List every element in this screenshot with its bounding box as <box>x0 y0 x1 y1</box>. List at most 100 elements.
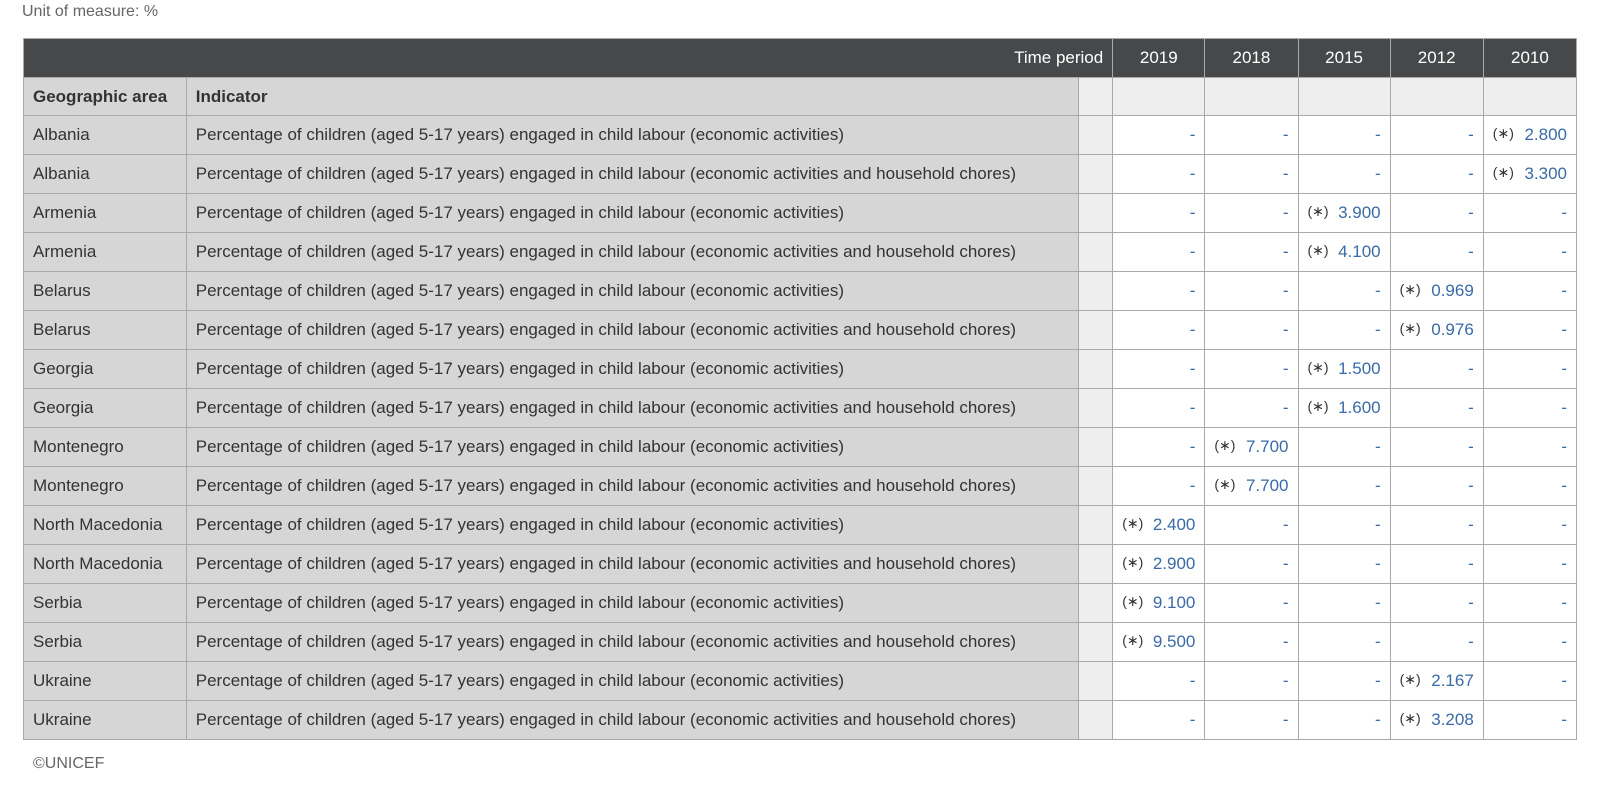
value-cell[interactable]: (∗) 3.900 <box>1297 193 1391 233</box>
geographic-area-cell: Armenia <box>23 232 187 272</box>
footnote-flag[interactable]: (∗) <box>1122 593 1143 610</box>
value-text: - <box>1561 593 1567 612</box>
year-header[interactable]: 2012 <box>1389 38 1484 78</box>
indicator-cell: Percentage of children (aged 5-17 years)… <box>185 310 1080 350</box>
value-text: - <box>1189 125 1196 144</box>
value-text[interactable]: 7.700 <box>1246 476 1289 495</box>
value-cell[interactable]: (∗) 3.300 <box>1482 154 1578 194</box>
value-cell: - <box>1482 232 1578 272</box>
footnote-flag[interactable]: (∗) <box>1308 203 1329 220</box>
footnote-flag[interactable]: (∗) <box>1122 554 1143 571</box>
value-text: - <box>1189 671 1196 690</box>
value-cell: - <box>1482 505 1578 545</box>
value-cell: - <box>1297 466 1391 506</box>
value-cell[interactable]: (∗) 2.167 <box>1389 661 1484 701</box>
value-text: - <box>1374 515 1381 534</box>
value-cell: - <box>1482 700 1578 740</box>
geographic-area-column-header: Geographic area <box>23 77 187 116</box>
footnote-flag[interactable]: (∗) <box>1400 671 1421 688</box>
footnote-flag[interactable]: (∗) <box>1308 359 1329 376</box>
year-header[interactable]: 2019 <box>1112 38 1206 78</box>
footnote-flag[interactable]: (∗) <box>1308 242 1329 259</box>
value-text[interactable]: 7.700 <box>1246 437 1289 456</box>
table-row: Ukraine Percentage of children (aged 5-17… <box>23 661 1578 701</box>
value-text[interactable]: 1.600 <box>1338 398 1381 417</box>
footnote-flag[interactable]: (∗) <box>1214 476 1235 493</box>
spacer-cell <box>1078 544 1114 584</box>
value-text[interactable]: 3.300 <box>1524 164 1567 183</box>
value-text: - <box>1468 437 1474 456</box>
value-text: - <box>1561 632 1567 651</box>
value-text: - <box>1189 320 1196 339</box>
value-cell[interactable]: (∗) 9.100 <box>1112 583 1206 623</box>
value-text[interactable]: 2.167 <box>1431 671 1474 690</box>
footnote-flag[interactable]: (∗) <box>1400 281 1421 298</box>
spacer-cell <box>1078 154 1114 194</box>
indicator-cell: Percentage of children (aged 5-17 years)… <box>185 232 1080 272</box>
table-row: Georgia Percentage of children (aged 5-17… <box>23 388 1578 428</box>
footnote-flag[interactable]: (∗) <box>1214 437 1235 454</box>
value-cell: - <box>1482 583 1578 623</box>
value-cell: - <box>1389 349 1484 389</box>
year-header[interactable]: 2015 <box>1297 38 1391 78</box>
value-cell: - <box>1297 544 1391 584</box>
value-cell[interactable]: (∗) 7.700 <box>1204 466 1299 506</box>
value-cell: - <box>1389 115 1484 155</box>
value-cell[interactable]: (∗) 3.208 <box>1389 700 1484 740</box>
value-text: - <box>1468 203 1474 222</box>
value-cell: - <box>1482 427 1578 467</box>
value-text[interactable]: 2.800 <box>1524 125 1567 144</box>
value-text: - <box>1282 164 1289 183</box>
value-text: - <box>1561 515 1567 534</box>
value-cell: - <box>1482 661 1578 701</box>
value-text: - <box>1468 398 1474 417</box>
footnote-flag[interactable]: (∗) <box>1493 125 1514 142</box>
value-cell[interactable]: (∗) 2.400 <box>1112 505 1206 545</box>
spacer-cell <box>1078 661 1114 701</box>
value-text[interactable]: 9.100 <box>1153 593 1196 612</box>
table-row: Armenia Percentage of children (aged 5-17… <box>23 193 1578 233</box>
value-cell[interactable]: (∗) 9.500 <box>1112 622 1206 662</box>
value-text[interactable]: 3.900 <box>1338 203 1381 222</box>
year-header[interactable]: 2010 <box>1482 38 1578 78</box>
value-cell[interactable]: (∗) 0.976 <box>1389 310 1484 350</box>
value-cell[interactable]: (∗) 0.969 <box>1389 271 1484 311</box>
value-text[interactable]: 2.900 <box>1153 554 1196 573</box>
year-header[interactable]: 2018 <box>1204 38 1299 78</box>
value-text: - <box>1282 554 1289 573</box>
value-cell[interactable]: (∗) 2.800 <box>1482 115 1578 155</box>
value-cell: - <box>1204 388 1299 428</box>
value-text[interactable]: 2.400 <box>1153 515 1196 534</box>
geographic-area-cell: Georgia <box>23 349 187 389</box>
value-text[interactable]: 1.500 <box>1338 359 1381 378</box>
value-text: - <box>1561 242 1567 261</box>
footnote-flag[interactable]: (∗) <box>1400 320 1421 337</box>
value-cell[interactable]: (∗) 1.500 <box>1297 349 1391 389</box>
value-cell[interactable]: (∗) 7.700 <box>1204 427 1299 467</box>
spacer-cell <box>1078 232 1114 272</box>
footnote-flag[interactable]: (∗) <box>1308 398 1329 415</box>
value-cell: - <box>1297 622 1391 662</box>
value-cell: - <box>1389 388 1484 428</box>
value-cell[interactable]: (∗) 2.900 <box>1112 544 1206 584</box>
value-text[interactable]: 0.976 <box>1431 320 1474 339</box>
value-cell[interactable]: (∗) 4.100 <box>1297 232 1391 272</box>
spacer-cell <box>1078 115 1114 155</box>
value-cell: - <box>1482 388 1578 428</box>
footnote-flag[interactable]: (∗) <box>1400 710 1421 727</box>
empty-label-cell <box>1204 77 1299 116</box>
value-cell[interactable]: (∗) 1.600 <box>1297 388 1391 428</box>
indicator-cell: Percentage of children (aged 5-17 years)… <box>185 583 1080 623</box>
indicator-cell: Percentage of children (aged 5-17 years)… <box>185 466 1080 506</box>
footnote-flag[interactable]: (∗) <box>1122 632 1143 649</box>
value-text[interactable]: 9.500 <box>1153 632 1196 651</box>
value-text[interactable]: 3.208 <box>1431 710 1474 729</box>
value-cell: - <box>1389 193 1484 233</box>
value-text[interactable]: 4.100 <box>1338 242 1381 261</box>
column-label-row: Geographic area Indicator <box>23 77 1578 116</box>
footnote-flag[interactable]: (∗) <box>1493 164 1514 181</box>
geographic-area-cell: Albania <box>23 154 187 194</box>
value-text[interactable]: 0.969 <box>1431 281 1474 300</box>
value-cell: - <box>1112 271 1206 311</box>
footnote-flag[interactable]: (∗) <box>1122 515 1143 532</box>
